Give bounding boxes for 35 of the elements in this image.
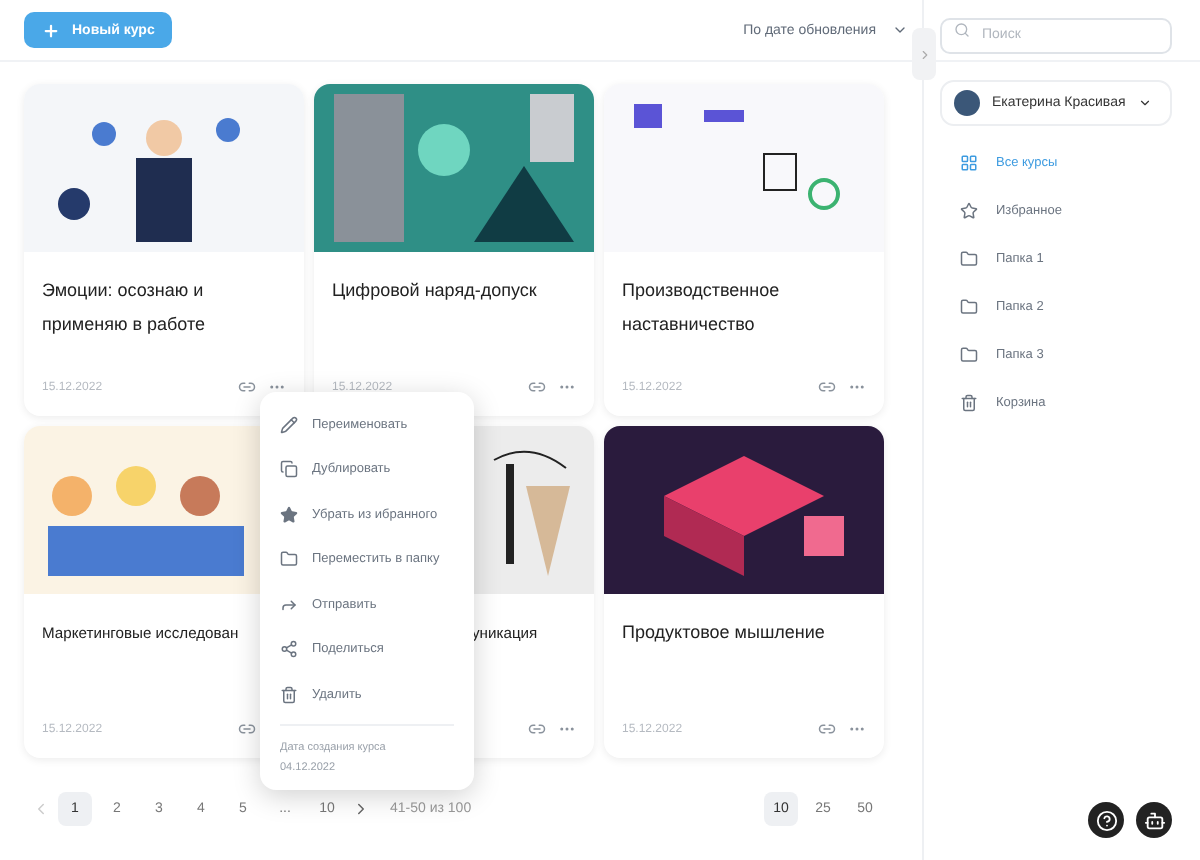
plus-icon	[42, 21, 60, 39]
copy-icon	[280, 460, 298, 479]
course-title: Производственное наставничество	[622, 280, 780, 334]
avatar	[954, 90, 980, 116]
course-title: Эмоции: осознаю и применяю в работе	[42, 280, 205, 334]
search-icon	[954, 22, 970, 38]
folder-icon	[960, 345, 978, 363]
link-icon[interactable]	[818, 720, 836, 738]
next-page-icon[interactable]	[352, 800, 370, 818]
star-icon	[960, 201, 978, 219]
chevron-down-icon	[892, 22, 908, 38]
link-icon[interactable]	[528, 720, 546, 738]
folder-icon	[960, 297, 978, 315]
folder-icon	[280, 550, 298, 569]
grid-icon	[960, 153, 978, 171]
forward-arrow-icon	[280, 595, 298, 614]
course-title: Цифровой наряд-допуск	[332, 280, 537, 300]
folder-icon	[960, 249, 978, 267]
robot-icon	[1143, 809, 1165, 831]
link-icon[interactable]	[818, 378, 836, 396]
star-icon	[280, 505, 298, 524]
chevron-right-icon	[917, 47, 931, 61]
share-icon	[280, 640, 298, 659]
pencil-icon	[280, 415, 298, 434]
help-icon	[1095, 809, 1117, 831]
trash-icon	[280, 685, 298, 704]
link-icon[interactable]	[238, 720, 256, 738]
trash-icon	[960, 393, 978, 411]
previous-page-icon[interactable]	[32, 800, 50, 818]
course-title: Продуктовое мышление	[622, 622, 825, 642]
link-icon[interactable]	[528, 378, 546, 396]
chevron-down-icon	[1137, 96, 1152, 110]
bot-button[interactable]	[1136, 802, 1172, 838]
help-button[interactable]	[1088, 802, 1124, 838]
link-icon[interactable]	[238, 378, 256, 396]
